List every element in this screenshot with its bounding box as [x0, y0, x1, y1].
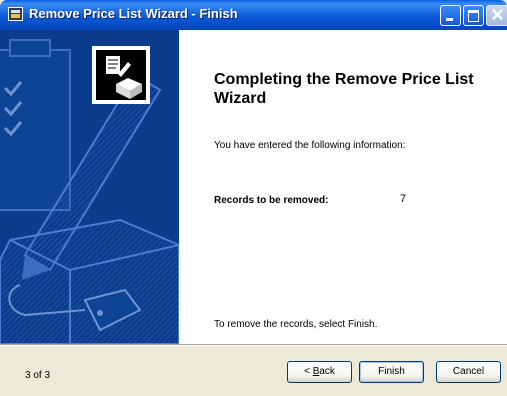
- records-label: Records to be removed:: [214, 195, 329, 206]
- back-button-prefix: <: [304, 366, 313, 377]
- records-value: 7: [400, 193, 407, 205]
- wizard-window: Remove Price List Wizard - Finish × Comp…: [0, 0, 507, 396]
- banner-illustration: [0, 30, 179, 344]
- app-icon: [8, 7, 23, 21]
- close-button[interactable]: [486, 2, 507, 28]
- title-bar[interactable]: Remove Price List Wizard - Finish: [0, 0, 507, 30]
- step-indicator: 3 of 3: [25, 370, 51, 381]
- content-pane: Completing the Remove Price List Wizard …: [179, 30, 507, 344]
- cancel-button[interactable]: Cancel: [436, 361, 501, 383]
- finish-button[interactable]: Finish: [359, 361, 424, 383]
- back-button[interactable]: < Back: [287, 361, 352, 383]
- back-button-rest: ack: [319, 366, 335, 377]
- finish-instruction: To remove the records, select Finish.: [214, 319, 378, 330]
- maximize-button[interactable]: [463, 5, 484, 26]
- minimize-button[interactable]: [440, 5, 461, 26]
- page-heading: Completing the Remove Price List Wizard: [214, 71, 474, 107]
- footer-divider: [0, 344, 507, 346]
- window-title: Remove Price List Wizard - Finish: [29, 6, 238, 21]
- wizard-banner: [0, 30, 179, 344]
- intro-text: You have entered the following informati…: [214, 140, 406, 151]
